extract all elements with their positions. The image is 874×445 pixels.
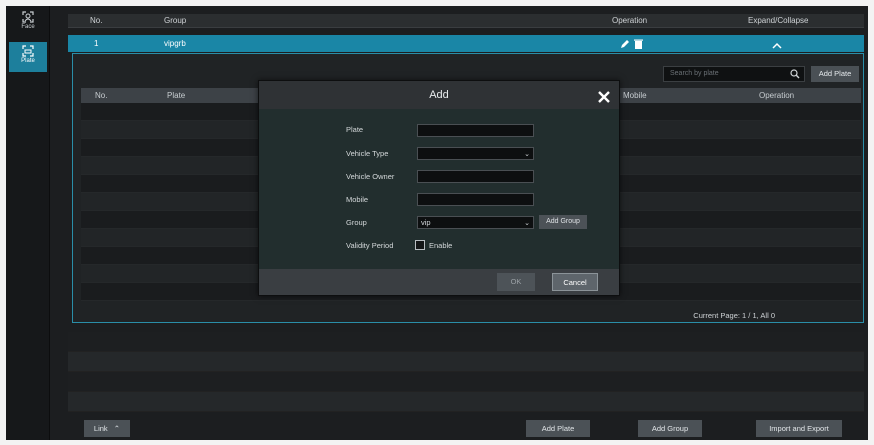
vehicle-owner-field[interactable] [417, 170, 534, 183]
search-placeholder: Search by plate [670, 70, 719, 77]
mobile-field[interactable] [417, 193, 534, 206]
lower-list-area [68, 332, 864, 414]
validity-enable-checkbox[interactable] [415, 240, 425, 250]
link-button[interactable]: Link ⌃ [84, 420, 130, 437]
app-window: Face Plate No. Group Operation Expand/Co… [6, 6, 868, 440]
sidebar: Face Plate [6, 6, 50, 440]
sidebar-item-plate[interactable]: Plate [9, 42, 47, 72]
page-info: Current Page: 1 / 1, All 0 [693, 311, 775, 320]
list-item [68, 372, 864, 392]
column-header-plate: Plate [167, 91, 186, 100]
vehicle-type-label: Vehicle Type [346, 149, 389, 158]
footer-toolbar: Link ⌃ Add Plate Add Group Import and Ex… [6, 416, 868, 440]
row-no: 1 [94, 39, 99, 48]
group-select[interactable]: vip ⌄ [417, 216, 534, 229]
sidebar-item-label: Plate [21, 58, 35, 64]
add-group-button[interactable]: Add Group [539, 215, 587, 229]
column-header-mobile: Mobile [623, 91, 647, 100]
chevron-down-icon: ⌄ [524, 151, 530, 158]
chevron-down-icon: ⌄ [524, 220, 530, 227]
import-export-button[interactable]: Import and Export [756, 420, 842, 437]
dialog-title: Add [429, 89, 449, 101]
list-item [68, 352, 864, 372]
search-input[interactable]: Search by plate [663, 66, 805, 82]
face-icon [22, 11, 34, 23]
search-icon[interactable] [790, 69, 800, 85]
table-row[interactable]: 1 vipgrb [68, 35, 864, 52]
add-plate-button[interactable]: Add Plate [811, 66, 859, 82]
mobile-label: Mobile [346, 195, 369, 204]
plate-field[interactable] [417, 124, 534, 137]
vehicle-owner-label: Vehicle Owner [346, 172, 395, 181]
ok-button[interactable]: OK [497, 273, 535, 291]
column-header-operation: Operation [612, 16, 648, 25]
add-plate-footer-button[interactable]: Add Plate [526, 420, 590, 437]
validity-period-label: Validity Period [346, 241, 394, 250]
list-item [68, 392, 864, 412]
column-header-operation: Operation [759, 91, 795, 100]
column-header-group: Group [164, 16, 187, 25]
list-item [68, 332, 864, 352]
add-group-footer-button[interactable]: Add Group [638, 420, 702, 437]
group-label: Group [346, 218, 367, 227]
column-header-no: No. [95, 91, 108, 100]
enable-label: Enable [429, 241, 453, 250]
link-button-label: Link [93, 424, 108, 433]
chevron-up-icon: ⌃ [113, 424, 121, 433]
dialog-footer: OK Cancel [259, 269, 619, 295]
sidebar-item-label: Face [21, 24, 35, 30]
dialog-title-bar: Add [259, 81, 619, 109]
cancel-button[interactable]: Cancel [552, 273, 598, 291]
row-group: vipgrb [164, 39, 186, 48]
add-dialog: Add Plate Vehicle Type ⌄ Vehicle Owner M… [258, 80, 620, 296]
sidebar-item-face[interactable]: Face [9, 8, 47, 38]
plate-icon [22, 45, 34, 57]
dialog-body: Plate Vehicle Type ⌄ Vehicle Owner Mobil… [259, 109, 619, 269]
column-header-expand: Expand/Collapse [748, 16, 809, 25]
group-select-value: vip [421, 218, 431, 227]
vehicle-type-select[interactable]: ⌄ [417, 147, 534, 160]
group-table-header: No. Group Operation Expand/Collapse [68, 14, 864, 28]
plate-label: Plate [346, 125, 364, 134]
column-header-no: No. [90, 16, 103, 25]
